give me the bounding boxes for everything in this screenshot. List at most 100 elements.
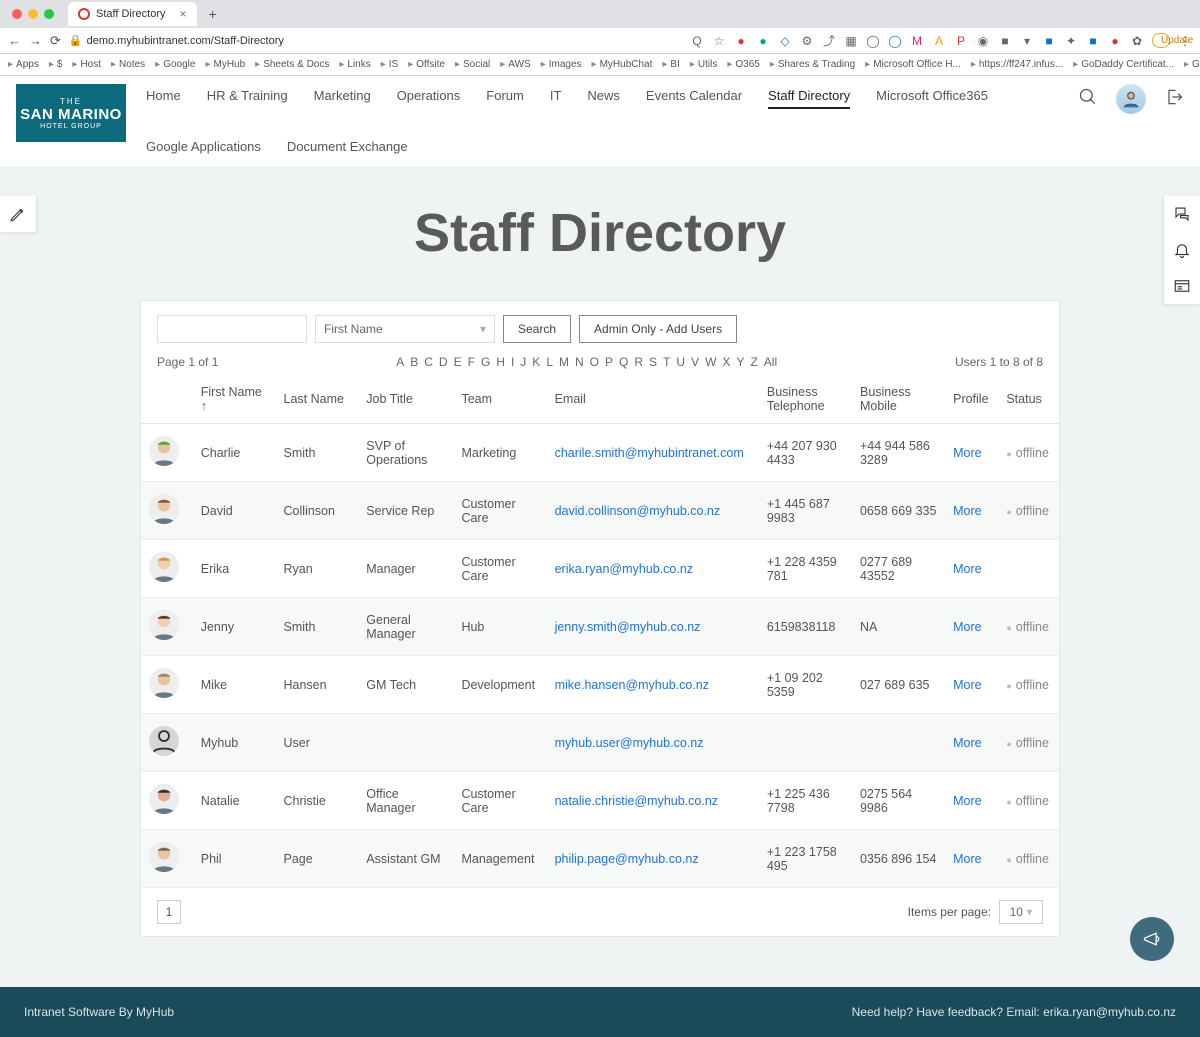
menu-icon[interactable]: ⋮ — [1178, 34, 1192, 48]
bookmark-item[interactable]: ▸Host — [72, 59, 101, 70]
alpha-letter[interactable]: L — [546, 355, 553, 369]
profile-link[interactable]: More — [945, 482, 998, 540]
bookmark-item[interactable]: ▸Social — [455, 59, 490, 70]
forward-button[interactable]: → — [29, 33, 42, 48]
ipp-select[interactable]: 10 ▾ — [999, 900, 1043, 924]
bookmark-item[interactable]: ▸Notes — [111, 59, 145, 70]
alpha-letter[interactable]: W — [705, 355, 716, 369]
search-input[interactable] — [157, 315, 307, 343]
profile-link[interactable]: More — [945, 714, 998, 772]
alpha-letter[interactable]: P — [605, 355, 613, 369]
bookmark-item[interactable]: ▸https://ff247.infus... — [971, 59, 1063, 70]
bookmark-item[interactable]: ▸BI — [662, 59, 679, 70]
bookmark-item[interactable]: ▸Links — [339, 59, 370, 70]
bookmark-item[interactable]: ▸IS — [381, 59, 398, 70]
cell-email[interactable]: erika.ryan@myhub.co.nz — [547, 540, 759, 598]
column-header[interactable]: First Name — [193, 375, 276, 424]
user-avatar[interactable] — [1116, 84, 1146, 114]
nav-item[interactable]: Events Calendar — [646, 84, 742, 109]
bookmark-item[interactable]: ▸O365 — [727, 59, 760, 70]
bookmarks-bar[interactable]: ▸Apps▸$▸Host▸Notes▸Google▸MyHub▸Sheets &… — [0, 54, 1200, 76]
logout-icon[interactable] — [1164, 87, 1184, 112]
edit-tool[interactable] — [0, 196, 36, 232]
extension-icons[interactable]: Q☆●●◇⚙⤴▦◯◯MAP◉■▾■✦■●✿ Update ⋮ — [690, 32, 1192, 49]
alpha-letter[interactable]: K — [532, 355, 540, 369]
alpha-letter[interactable]: R — [634, 355, 643, 369]
search-button[interactable]: Search — [503, 315, 571, 343]
column-header[interactable]: Business Telephone — [759, 375, 852, 424]
alpha-letter[interactable]: All — [764, 355, 777, 369]
column-header[interactable]: Last Name — [276, 375, 359, 424]
alpha-letter[interactable]: D — [439, 355, 448, 369]
alpha-letter[interactable]: J — [520, 355, 526, 369]
page-number[interactable]: 1 — [157, 900, 181, 924]
profile-link[interactable]: More — [945, 540, 998, 598]
bookmark-item[interactable]: ▸Images — [541, 59, 582, 70]
bookmark-item[interactable]: ▸Apps — [8, 59, 39, 70]
column-header[interactable]: Profile — [945, 375, 998, 424]
search-icon[interactable] — [1078, 87, 1098, 112]
bookmark-item[interactable]: ▸MyHub — [205, 59, 245, 70]
column-header[interactable]: Status — [998, 375, 1059, 424]
back-button[interactable]: ← — [8, 33, 21, 48]
cell-email[interactable]: charile.smith@myhubintranet.com — [547, 424, 759, 482]
bell-icon[interactable] — [1164, 232, 1200, 268]
logo[interactable]: THE SAN MARINO HOTEL GROUP — [16, 84, 126, 142]
search-field-select[interactable]: First Name ▾ — [315, 315, 495, 343]
news-icon[interactable] — [1164, 268, 1200, 304]
column-header[interactable]: Business Mobile — [852, 375, 945, 424]
profile-link[interactable]: More — [945, 656, 998, 714]
nav-item[interactable]: Google Applications — [146, 135, 261, 158]
cell-email[interactable]: david.collinson@myhub.co.nz — [547, 482, 759, 540]
nav-item[interactable]: Operations — [397, 84, 461, 109]
nav-item[interactable]: News — [587, 84, 620, 109]
alpha-letter[interactable]: Q — [619, 355, 628, 369]
cell-email[interactable]: philip.page@myhub.co.nz — [547, 830, 759, 888]
column-header[interactable]: Email — [547, 375, 759, 424]
nav-item[interactable]: Staff Directory — [768, 84, 850, 109]
bookmark-item[interactable]: ▸AWS — [500, 59, 530, 70]
bookmark-item[interactable]: ▸Utils — [690, 59, 717, 70]
bookmark-item[interactable]: ▸Sheets & Docs — [255, 59, 329, 70]
cell-email[interactable]: mike.hansen@myhub.co.nz — [547, 656, 759, 714]
profile-link[interactable]: More — [945, 772, 998, 830]
alpha-letter[interactable]: B — [410, 355, 418, 369]
new-tab-button[interactable]: + — [209, 6, 217, 22]
alpha-letter[interactable]: F — [468, 355, 475, 369]
alpha-letter[interactable]: A — [396, 355, 404, 369]
column-header[interactable]: Job Title — [358, 375, 453, 424]
cell-email[interactable]: natalie.christie@myhub.co.nz — [547, 772, 759, 830]
profile-link[interactable]: More — [945, 830, 998, 888]
cell-email[interactable]: jenny.smith@myhub.co.nz — [547, 598, 759, 656]
alpha-letter[interactable]: S — [649, 355, 657, 369]
bookmark-item[interactable]: ▸$ — [49, 59, 63, 70]
bookmark-item[interactable]: ▸MyHubChat — [592, 59, 653, 70]
bookmark-item[interactable]: ▸Microsoft Office H... — [865, 59, 961, 70]
reload-button[interactable]: ⟳ — [50, 33, 61, 49]
nav-item[interactable]: Document Exchange — [287, 135, 408, 158]
bookmark-item[interactable]: ▸GoDaddy Purchas... — [1184, 59, 1200, 70]
nav-item[interactable]: IT — [550, 84, 562, 109]
alpha-letter[interactable]: G — [481, 355, 490, 369]
bookmark-item[interactable]: ▸Shares & Trading — [770, 59, 855, 70]
alpha-letter[interactable]: C — [424, 355, 433, 369]
cell-email[interactable]: myhub.user@myhub.co.nz — [547, 714, 759, 772]
announce-fab[interactable] — [1130, 917, 1174, 961]
browser-tab[interactable]: Staff Directory × — [68, 2, 197, 26]
alpha-letter[interactable]: T — [663, 355, 670, 369]
nav-item[interactable]: Microsoft Office365 — [876, 84, 988, 109]
alpha-letter[interactable]: N — [575, 355, 584, 369]
profile-link[interactable]: More — [945, 598, 998, 656]
alpha-letter[interactable]: E — [454, 355, 462, 369]
alpha-letter[interactable]: Y — [736, 355, 744, 369]
column-header[interactable]: Team — [453, 375, 546, 424]
admin-add-users-button[interactable]: Admin Only - Add Users — [579, 315, 737, 343]
alpha-letter[interactable]: I — [511, 355, 514, 369]
alpha-letter[interactable]: O — [590, 355, 599, 369]
window-controls[interactable] — [8, 9, 54, 19]
update-button[interactable]: Update — [1152, 33, 1170, 48]
nav-item[interactable]: Home — [146, 84, 181, 109]
alpha-letter[interactable]: V — [691, 355, 699, 369]
nav-item[interactable]: Marketing — [314, 84, 371, 109]
alpha-letter[interactable]: H — [496, 355, 505, 369]
